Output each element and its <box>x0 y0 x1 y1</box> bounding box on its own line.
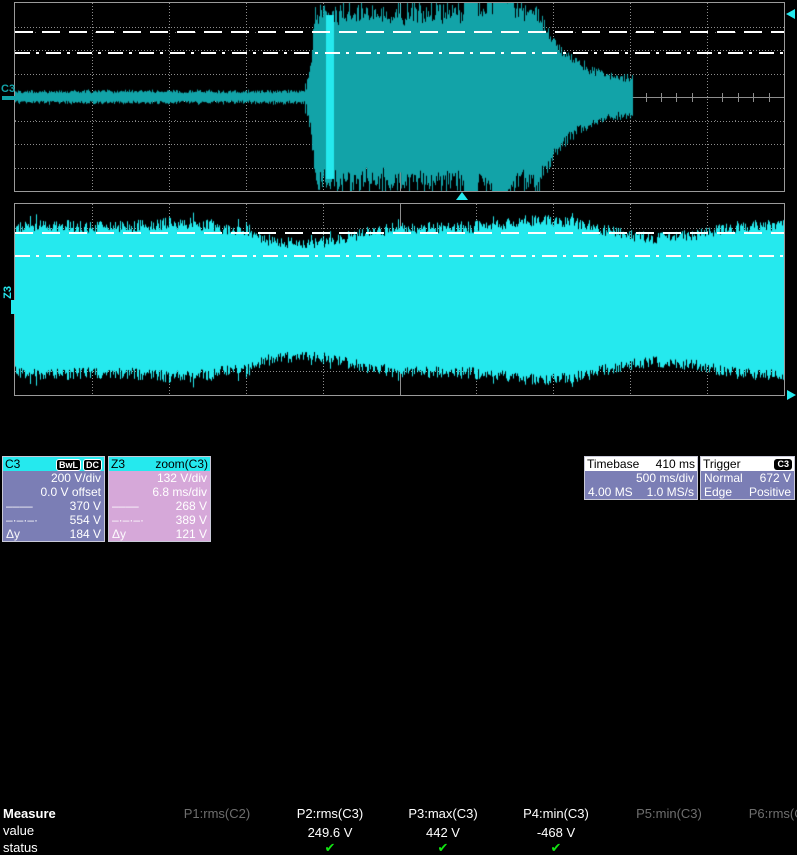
measure-title: Measure <box>3 806 56 821</box>
measure-value-p4: -468 V <box>491 825 621 840</box>
descriptor-c3-cursor2-row[interactable]: –·–·–· 554 V <box>3 513 104 527</box>
timebase-memory: 4.00 MS <box>588 485 633 499</box>
descriptor-z3-delta-row[interactable]: Δy 121 V <box>109 527 210 541</box>
measure-column-p5[interactable]: P5:min(C3) <box>604 806 734 825</box>
descriptor-c3-volts-div: 200 V/div <box>51 471 101 485</box>
descriptor-z3-cursor2-marker: –·–·–· <box>112 513 144 527</box>
descriptor-c3-delta-value: 184 V <box>70 527 101 541</box>
trigger-mode-row[interactable]: Normal 672 V <box>701 471 794 485</box>
descriptor-c3-tags: BwLDC <box>54 457 102 471</box>
measure-column-p6[interactable]: P6:rms(C4) <box>717 806 797 825</box>
measure-value-row-label: value <box>3 823 34 838</box>
measure-header-p5: P5:min(C3) <box>604 806 734 821</box>
oscilloscope-screen: C3 Z3 Measure value status P1:rms(C2) P2… <box>0 0 797 544</box>
descriptor-z3-cursor2-row[interactable]: –·–·–· 389 V <box>109 513 210 527</box>
trigger-level: 672 V <box>760 471 791 485</box>
descriptor-c3-cursor2-value: 554 V <box>70 513 101 527</box>
descriptor-c3-offset: 0.0 V offset <box>41 485 102 499</box>
timebase-sample-rate: 1.0 MS/s <box>647 485 694 499</box>
descriptor-z3-delta-label: Δy <box>112 527 126 541</box>
measure-header-p6: P6:rms(C4) <box>717 806 797 821</box>
measure-header-p1: P1:rms(C2) <box>152 806 282 821</box>
trigger-type-row[interactable]: Edge Positive <box>701 485 794 499</box>
trigger-type: Edge <box>704 485 732 499</box>
trigger-name: Trigger <box>703 457 741 471</box>
measure-value-p2: 249.6 V <box>265 825 395 840</box>
measure-status-p2: ✔ <box>265 842 395 854</box>
measure-column-p2[interactable]: P2:rms(C3) 249.6 V ✔ <box>265 806 395 854</box>
measure-status-p4: ✔ <box>491 842 621 854</box>
descriptor-z3-cursor1-marker: –––– <box>112 499 139 513</box>
descriptor-c3-header[interactable]: C3 BwLDC <box>3 457 104 471</box>
channel-z3-ground-marker[interactable] <box>11 300 15 314</box>
measure-header-p4: P4:min(C3) <box>491 806 621 821</box>
descriptor-z3-volts-div: 132 V/div <box>157 471 207 485</box>
trigger-header[interactable]: Trigger C3 <box>701 457 794 471</box>
descriptor-z3-volts-div-row[interactable]: 132 V/div <box>109 471 210 485</box>
measure-column-p4[interactable]: P4:min(C3) -468 V ✔ <box>491 806 621 854</box>
timebase-header[interactable]: Timebase 410 ms <box>585 457 697 471</box>
trigger-slope: Positive <box>749 485 791 499</box>
descriptor-z3-cursor1-value: 268 V <box>176 499 207 513</box>
descriptor-c3-cursor1-value: 370 V <box>70 499 101 513</box>
coupling-tag[interactable]: DC <box>83 459 102 471</box>
measure-column-p3[interactable]: P3:max(C3) 442 V ✔ <box>378 806 508 854</box>
trigger-position-marker-icon[interactable] <box>456 192 468 200</box>
descriptor-z3-name: Z3 <box>111 457 125 471</box>
descriptor-c3-offset-row[interactable]: 0.0 V offset <box>3 485 104 499</box>
timebase-name: Timebase <box>587 457 639 471</box>
descriptor-z3-cursor1-row[interactable]: –––– 268 V <box>109 499 210 513</box>
measure-value-p3: 442 V <box>378 825 508 840</box>
timebase-descriptor[interactable]: Timebase 410 ms 500 ms/div 4.00 MS 1.0 M… <box>584 456 698 500</box>
measure-status-p3: ✔ <box>378 842 508 854</box>
descriptor-z3-source: zoom(C3) <box>155 457 208 471</box>
timebase-time-div: 500 ms/div <box>636 471 694 485</box>
channel-descriptor-c3[interactable]: C3 BwLDC 200 V/div 0.0 V offset –––– 370… <box>2 456 105 542</box>
zoom-graticule[interactable] <box>14 203 785 396</box>
measure-table: Measure value status P1:rms(C2) P2:rms(C… <box>0 402 797 460</box>
descriptor-c3-cursor2-marker: –·–·–· <box>6 513 38 527</box>
timebase-time-div-row[interactable]: 500 ms/div <box>585 471 697 485</box>
measure-column-p1[interactable]: P1:rms(C2) <box>152 806 282 825</box>
measure-header-p3: P3:max(C3) <box>378 806 508 821</box>
trigger-descriptor[interactable]: Trigger C3 Normal 672 V Edge Positive <box>700 456 795 500</box>
channel-label-c3[interactable]: C3 <box>1 84 15 95</box>
descriptor-c3-delta-label: Δy <box>6 527 20 541</box>
channel-c3-ground-marker[interactable] <box>2 96 16 100</box>
trigger-level-arrow-icon[interactable] <box>786 9 795 19</box>
descriptor-c3-volts-div-row[interactable]: 200 V/div <box>3 471 104 485</box>
descriptor-c3-delta-row[interactable]: Δy 184 V <box>3 527 104 541</box>
timebase-delay: 410 ms <box>656 457 695 471</box>
descriptor-c3-cursor1-row[interactable]: –––– 370 V <box>3 499 104 513</box>
z3-waveform-trace <box>15 204 784 395</box>
descriptor-c3-cursor1-marker: –––– <box>6 499 33 513</box>
channel-label-z3[interactable]: Z3 <box>2 286 14 299</box>
measure-header-p2: P2:rms(C3) <box>265 806 395 821</box>
descriptor-z3-time-div: 6.8 ms/div <box>152 485 207 499</box>
zoom-right-arrow-icon[interactable] <box>787 390 796 400</box>
timebase-memory-row[interactable]: 4.00 MS 1.0 MS/s <box>585 485 697 499</box>
trigger-mode: Normal <box>704 471 743 485</box>
measure-status-row-label: status <box>3 840 38 855</box>
descriptor-z3-header[interactable]: Z3 zoom(C3) <box>109 457 210 471</box>
zoom-descriptor-z3[interactable]: Z3 zoom(C3) 132 V/div 6.8 ms/div –––– 26… <box>108 456 211 542</box>
c3-waveform-trace <box>15 3 784 191</box>
descriptor-c3-name: C3 <box>5 457 20 471</box>
trigger-source-tag[interactable]: C3 <box>774 459 792 470</box>
main-graticule[interactable] <box>14 2 785 192</box>
descriptor-z3-cursor2-value: 389 V <box>176 513 207 527</box>
bandwidth-limit-tag[interactable]: BwL <box>56 459 81 471</box>
descriptor-z3-time-div-row[interactable]: 6.8 ms/div <box>109 485 210 499</box>
descriptor-z3-delta-value: 121 V <box>176 527 207 541</box>
